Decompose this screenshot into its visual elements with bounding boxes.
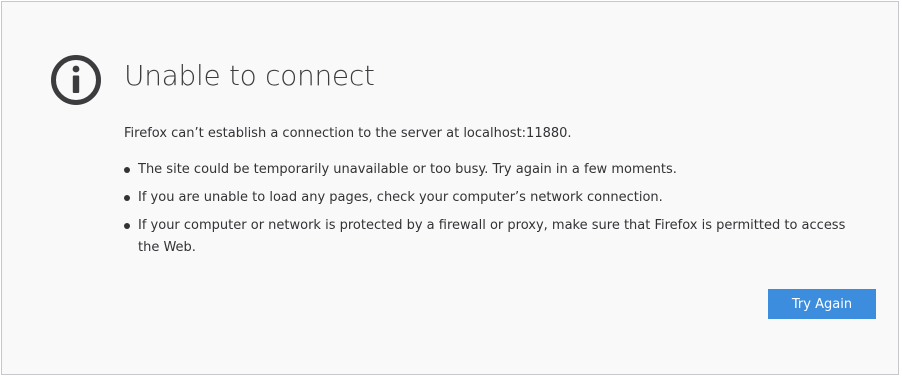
- try-again-button[interactable]: Try Again: [768, 289, 876, 319]
- error-page: Unable to connect Firefox can’t establis…: [1, 1, 899, 375]
- suggestion-item: The site could be temporarily unavailabl…: [124, 159, 864, 181]
- suggestion-item: If your computer or network is protected…: [124, 215, 864, 259]
- error-title: Unable to connect: [124, 59, 375, 92]
- info-icon: [51, 55, 101, 105]
- error-description: Firefox can’t establish a connection to …: [124, 126, 572, 141]
- suggestion-item: If you are unable to load any pages, che…: [124, 187, 864, 209]
- suggestion-list: The site could be temporarily unavailabl…: [124, 159, 864, 265]
